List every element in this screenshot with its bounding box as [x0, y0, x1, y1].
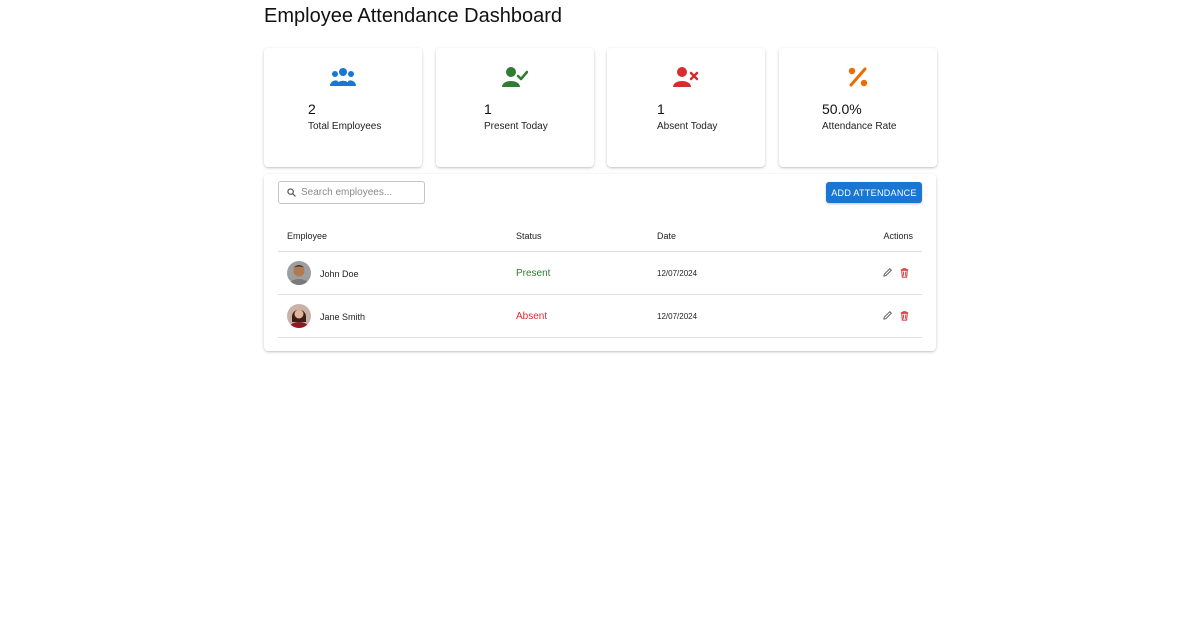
status-text: Present: [516, 268, 551, 279]
date-text: 12/07/2024: [657, 269, 698, 278]
stat-card-present-today: 1 Present Today: [436, 48, 594, 167]
row-actions: [882, 310, 910, 321]
row-actions: [882, 267, 910, 278]
users-icon: [264, 67, 422, 89]
table-header-row: Employee Status Date Actions: [278, 218, 922, 252]
avatar: [287, 261, 311, 285]
employee-name: Jane Smith: [320, 312, 366, 322]
stat-label: Total Employees: [308, 121, 382, 132]
column-header-date: Date: [657, 231, 677, 241]
stat-value: 1: [657, 101, 665, 117]
search-icon: [287, 188, 296, 197]
column-header-actions: Actions: [883, 231, 913, 241]
delete-icon[interactable]: [899, 310, 910, 321]
percent-icon: [779, 67, 937, 89]
search-input[interactable]: [301, 187, 421, 198]
status-text: Absent: [516, 311, 548, 322]
stat-label: Attendance Rate: [822, 121, 897, 132]
column-header-employee: Employee: [287, 231, 328, 241]
edit-icon[interactable]: [882, 267, 893, 278]
date-text: 12/07/2024: [657, 312, 698, 321]
stat-value: 50.0%: [822, 101, 862, 117]
delete-icon[interactable]: [899, 267, 910, 278]
table-row: John Doe Present 12/07/2024: [278, 252, 922, 295]
stat-card-total-employees: 2 Total Employees: [264, 48, 422, 167]
user-x-icon: [607, 67, 765, 89]
stat-card-attendance-rate: 50.0% Attendance Rate: [779, 48, 937, 167]
stat-label: Present Today: [484, 121, 548, 132]
add-attendance-button[interactable]: ADD ATTENDANCE: [826, 182, 922, 203]
attendance-table: Employee Status Date Actions John Doe Pr…: [278, 218, 922, 338]
search-field[interactable]: [278, 181, 425, 204]
edit-icon[interactable]: [882, 310, 893, 321]
column-header-status: Status: [516, 231, 542, 241]
attendance-table-card: ADD ATTENDANCE Employee Status Date Acti…: [264, 174, 936, 351]
user-check-icon: [436, 67, 594, 89]
employee-name: John Doe: [320, 269, 359, 279]
stat-label: Absent Today: [657, 121, 718, 132]
stat-value: 1: [484, 101, 492, 117]
stat-card-absent-today: 1 Absent Today: [607, 48, 765, 167]
avatar: [287, 304, 311, 328]
page-title: Employee Attendance Dashboard: [264, 5, 562, 27]
stat-value: 2: [308, 101, 316, 117]
table-row: Jane Smith Absent 12/07/2024: [278, 295, 922, 338]
